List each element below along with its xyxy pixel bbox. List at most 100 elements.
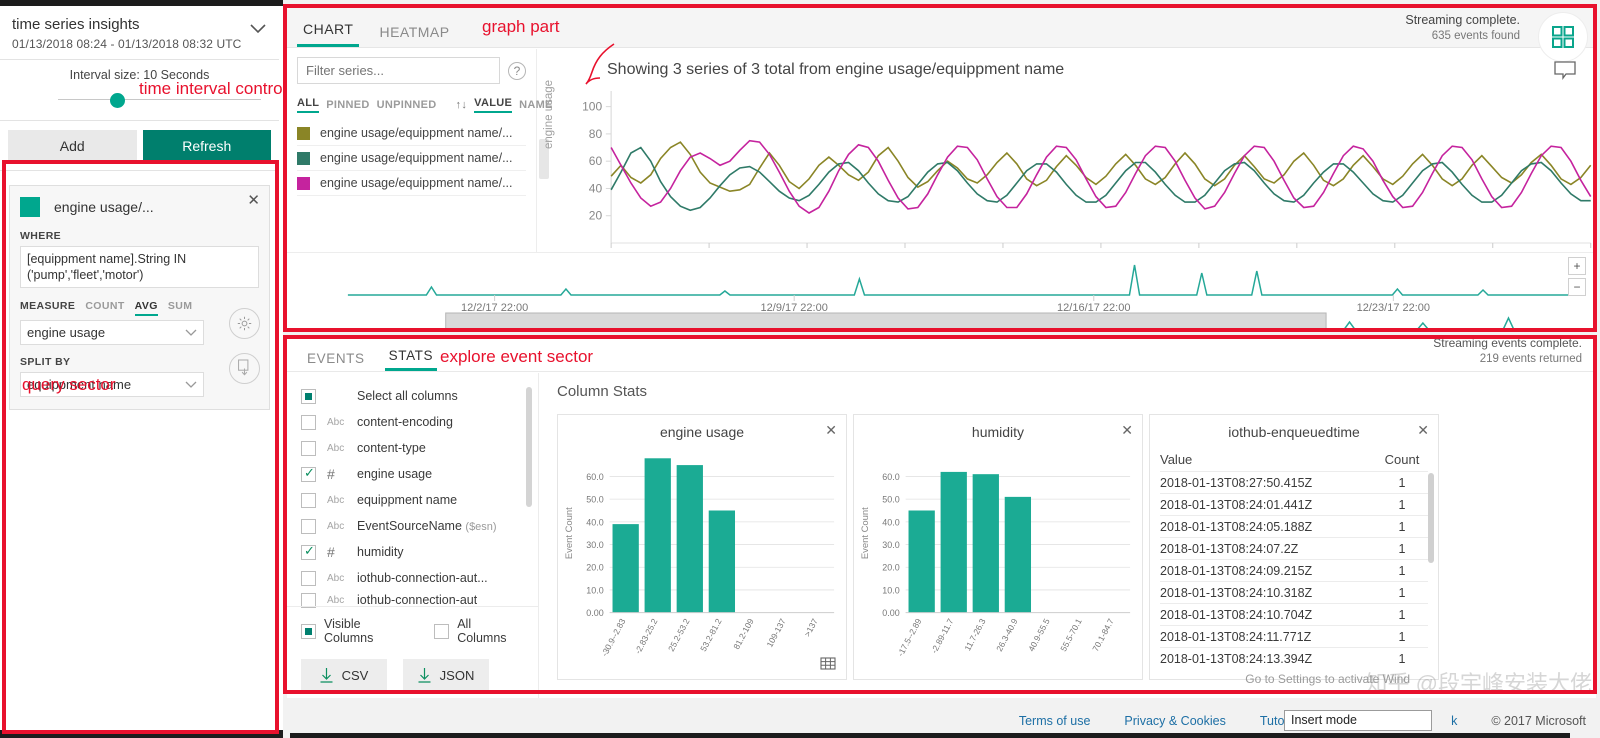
comment-button[interactable] [1554,61,1576,83]
measure-select[interactable]: engine usage [20,320,204,345]
measure-tab-count[interactable]: COUNT [85,300,124,314]
query-card-header: engine usage/... [20,195,259,219]
table-row[interactable]: 2018-01-13T08:24:10.318Z1 [1160,581,1428,603]
measure-tab-sum[interactable]: SUM [168,300,193,314]
privacy-cookies-link[interactable]: Privacy & Cookies [1124,714,1225,728]
measure-tab-avg[interactable]: AVG [135,300,158,316]
column-stats-title: Column Stats [557,383,1596,400]
column-header-value: Value [1160,452,1376,467]
availability-sparkline[interactable] [287,253,1596,331]
where-input[interactable]: [equippment name].String IN ('pump','fle… [20,246,259,288]
availability-timeline[interactable]: 12/2/17 22:0012/9/17 22:0012/16/17 22:00… [287,252,1596,330]
svg-text:40.0: 40.0 [586,517,603,527]
filter-all[interactable]: ALL [297,97,319,113]
terms-of-use-link[interactable]: Terms of use [1019,714,1091,728]
engine-usage-histogram[interactable]: 0.0010.020.030.040.050.060.0-30.9--2.83-… [558,445,846,677]
gear-icon [236,315,253,332]
column-name-text: EventSourceName [357,519,462,533]
filter-unpinned[interactable]: UNPINNED [377,99,437,113]
list-item[interactable]: engine usage/equippment name/... [297,121,526,146]
close-icon[interactable]: ✕ [825,423,837,437]
download-json-button[interactable]: JSON [403,659,489,691]
all-columns-checkbox[interactable] [434,624,449,639]
stat-card-title: iothub-enqueuedtime [1150,415,1438,440]
insert-mode-indicator: Insert mode [1284,710,1432,731]
query-color-swatch[interactable] [20,197,40,217]
table-row[interactable]: 2018-01-13T08:24:10.704Z1 [1160,603,1428,625]
tab-chart[interactable]: CHART [297,21,359,47]
sort-icon[interactable]: ↑↓ [456,99,468,113]
table-row[interactable]: 2018-01-13T08:24:07.2Z1 [1160,537,1428,559]
cell-value: 2018-01-13T08:24:07.2Z [1160,542,1376,556]
cell-value: 2018-01-13T08:24:01.441Z [1160,498,1376,512]
select-all-columns-row[interactable]: Select all columns [287,383,538,409]
cell-count: 1 [1376,652,1428,666]
svg-text:81.2-109: 81.2-109 [731,617,756,651]
close-icon[interactable]: ✕ [247,193,260,208]
list-item[interactable]: Abc content-type [287,435,538,461]
filter-series-input[interactable] [297,57,500,84]
table-view-icon[interactable] [820,654,836,673]
close-icon[interactable]: ✕ [1121,423,1133,437]
date-range-label: 01/13/2018 08:24 - 01/13/2018 08:32 UTC [12,37,267,51]
cell-value: 2018-01-13T08:27:50.415Z [1160,476,1376,490]
columns-scrollbar[interactable] [526,387,532,507]
list-item[interactable]: Abc equippment name [287,487,538,513]
close-icon[interactable]: ✕ [1417,423,1429,437]
column-checkbox[interactable] [301,519,316,534]
cell-count: 1 [1376,542,1428,556]
help-icon[interactable]: ? [508,62,526,80]
tab-heatmap[interactable]: HEATMAP [373,24,455,47]
explore-events-panel: EVENTS STATS Streaming events complete. … [287,338,1596,698]
column-checkbox[interactable] [301,415,316,430]
clone-query-button[interactable] [229,353,260,384]
column-checkbox[interactable] [301,441,316,456]
tab-events[interactable]: EVENTS [303,351,369,371]
download-csv-button[interactable]: CSV [301,659,387,691]
table-row[interactable]: 2018-01-13T08:27:50.415Z1 [1160,471,1428,493]
list-item[interactable]: Abc iothub-connection-aut... [287,565,538,591]
tab-stats[interactable]: STATS [385,348,438,371]
column-checkbox[interactable] [301,571,316,586]
visible-columns-checkbox[interactable] [301,624,316,639]
column-checkbox[interactable] [301,493,316,508]
column-type-abc: Abc [327,573,357,584]
table-row[interactable]: 2018-01-13T08:24:11.771Z1 [1160,625,1428,647]
table-row[interactable]: 2018-01-13T08:24:09.215Z1 [1160,559,1428,581]
stat-card-title: engine usage [558,415,846,440]
list-item[interactable]: engine usage/equippment name/... [297,146,526,171]
filter-pinned[interactable]: PINNED [326,99,369,113]
list-item[interactable]: Abc content-encoding [287,409,538,435]
series-color-swatch [297,177,310,190]
zoom-out-button[interactable]: − [1568,278,1586,296]
refresh-button[interactable]: Refresh [143,130,272,161]
list-item[interactable]: # engine usage [287,461,538,487]
annotation-query: query sector [22,375,116,395]
feedback-link-obscured[interactable]: k [1451,714,1457,728]
list-item[interactable]: # humidity [287,539,538,565]
series-label: engine usage/equippment name/... [320,126,513,140]
annotation-interval: time interval control [139,79,286,99]
settings-gear-button[interactable] [229,308,260,339]
table-row[interactable]: 2018-01-13T08:24:01.441Z1 [1160,493,1428,515]
table-scrollbar[interactable] [1428,473,1434,563]
select-all-label: Select all columns [357,389,458,403]
zoom-in-button[interactable]: + [1568,257,1586,275]
list-item[interactable]: engine usage/equippment name/... [297,171,526,196]
column-checkbox[interactable] [301,545,316,560]
stat-card-humidity: humidity ✕ 0.0010.020.030.040.050.060.0-… [853,414,1143,680]
horizontal-scrollbar[interactable] [290,733,1570,738]
add-button[interactable]: Add [8,130,137,161]
select-all-checkbox[interactable] [301,389,316,404]
slider-knob[interactable] [110,93,125,108]
cell-value: 2018-01-13T08:24:10.704Z [1160,608,1376,622]
humidity-histogram[interactable]: 0.0010.020.030.040.050.060.0-17.5--2.89-… [854,445,1142,677]
table-row[interactable]: 2018-01-13T08:24:05.188Z1 [1160,515,1428,537]
chevron-down-icon[interactable] [249,20,267,38]
sort-by-value[interactable]: VALUE [474,97,512,113]
column-checkbox[interactable] [301,467,316,482]
time-range-header[interactable]: time series insights 01/13/2018 08:24 - … [0,6,279,60]
series-label: engine usage/equippment name/... [320,176,513,190]
list-item[interactable]: Abc EventSourceName ($esn) [287,513,538,539]
column-name-suffix: ($esn) [465,521,496,533]
